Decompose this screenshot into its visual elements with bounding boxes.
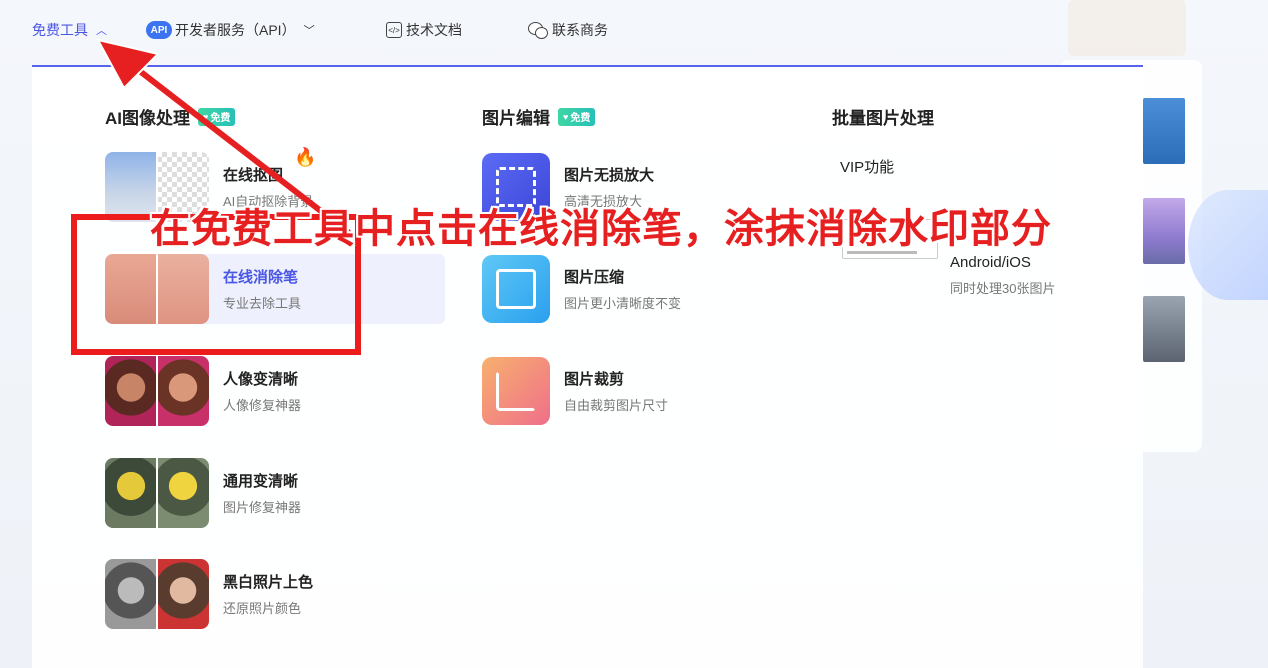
tool-info: 人像变清晰 人像修复神器: [223, 368, 301, 414]
top-nav: 免费工具 ︿ API 开发者服务（API） ﹀ </> 技术文档 联系商务: [0, 0, 1268, 67]
column-title-edit-text: 图片编辑: [482, 109, 550, 128]
tool-thumbnail: [105, 356, 209, 426]
nav-docs-label: 技术文档: [406, 22, 462, 38]
tool-desc: 图片更小清晰度不变: [564, 296, 682, 311]
free-badge: ♥ 免费: [198, 107, 236, 126]
tool-name: 图片无损放大: [564, 167, 655, 184]
tool-name: 图片裁剪: [564, 371, 625, 388]
nav-free-tools[interactable]: 免费工具 ︿: [32, 20, 107, 40]
tool-compress[interactable]: 图片压缩 图片更小清晰度不变: [482, 254, 822, 324]
tool-desc: 还原照片颜色: [223, 601, 302, 616]
nav-contact[interactable]: 联系商务: [528, 20, 608, 40]
tool-desc: 自由裁剪图片尺寸: [564, 398, 669, 413]
batch-platform[interactable]: Android/iOS: [950, 254, 1031, 271]
crop-frame-icon: [496, 371, 536, 411]
heart-icon: ♥: [563, 111, 569, 122]
annotation-caption: 在免费工具中点击在线消除笔，涂抹消除水印部分: [150, 207, 1052, 251]
thumb-divider: [156, 458, 158, 528]
crop-icon: [482, 357, 550, 425]
api-cloud-icon: API: [146, 21, 172, 39]
thumb-before: [105, 458, 157, 528]
thumb-before: [105, 559, 157, 629]
tool-colorize[interactable]: 黑白照片上色 还原照片颜色: [105, 559, 445, 629]
nav-contact-label: 联系商务: [552, 22, 608, 38]
thumb-divider: [156, 356, 158, 426]
tool-info: 通用变清晰 图片修复神器: [223, 470, 301, 516]
chevron-up-icon: ︿: [96, 25, 107, 37]
heart-icon: ♥: [203, 111, 209, 122]
tool-portrait-enhance[interactable]: 人像变清晰 人像修复神器: [105, 356, 445, 426]
hot-fire-icon: 🔥: [294, 147, 317, 167]
background-decoration: [1188, 190, 1268, 300]
tool-thumbnail: [105, 458, 209, 528]
column-title-ai-text: AI图像处理: [105, 109, 190, 128]
nav-docs[interactable]: </> 技术文档: [386, 20, 462, 40]
code-doc-icon: </>: [386, 22, 402, 38]
tool-desc: 人像修复神器: [223, 398, 302, 413]
compress-icon: [482, 255, 550, 323]
tool-name: 通用变清晰: [223, 473, 299, 490]
background-thumbnail: [1143, 98, 1185, 164]
tool-general-enhance[interactable]: 通用变清晰 图片修复神器: [105, 458, 445, 528]
background-thumbnail: [1143, 296, 1185, 362]
nav-free-tools-label: 免费工具: [32, 22, 88, 38]
nav-developer[interactable]: API 开发者服务（API） ﹀: [146, 20, 315, 40]
thumb-after: [157, 559, 209, 629]
batch-desc: 同时处理30张图片: [950, 281, 1056, 296]
free-badge: ♥ 免费: [558, 107, 596, 126]
wechat-icon: [528, 22, 548, 39]
chevron-down-icon: ﹀: [303, 25, 315, 37]
free-badge-text: 免费: [570, 113, 591, 124]
tool-desc: 图片修复神器: [223, 500, 302, 515]
free-tools-dropdown: AI图像处理 ♥ 免费 图片编辑 ♥ 免费 批量图片处理 在线抠图 AI自动抠除背景…: [32, 67, 1143, 668]
thumb-divider: [156, 559, 158, 629]
thumb-after: [157, 458, 209, 528]
free-badge-text: 免费: [210, 113, 231, 124]
column-title-batch-text: 批量图片处理: [832, 109, 934, 128]
thumb-after: [157, 356, 209, 426]
thumb-before: [105, 356, 157, 426]
vip-label: VIP功能: [840, 159, 895, 176]
nav-developer-label: 开发者服务（API）: [175, 22, 296, 38]
column-title-batch: 批量图片处理: [832, 104, 934, 129]
column-title-ai: AI图像处理 ♥ 免费: [105, 104, 236, 129]
tool-info: 图片裁剪 自由裁剪图片尺寸: [564, 368, 668, 414]
tool-name: 人像变清晰: [223, 371, 299, 388]
compress-frame-icon: [496, 269, 536, 309]
tool-info: 图片压缩 图片更小清晰度不变: [564, 266, 681, 312]
tool-name: 黑白照片上色: [223, 574, 314, 591]
tool-crop[interactable]: 图片裁剪 自由裁剪图片尺寸: [482, 356, 822, 426]
tool-name: 图片压缩: [564, 269, 625, 286]
column-title-edit: 图片编辑 ♥ 免费: [482, 104, 596, 129]
tool-info: 黑白照片上色 还原照片颜色: [223, 571, 313, 617]
tool-thumbnail: [105, 559, 209, 629]
